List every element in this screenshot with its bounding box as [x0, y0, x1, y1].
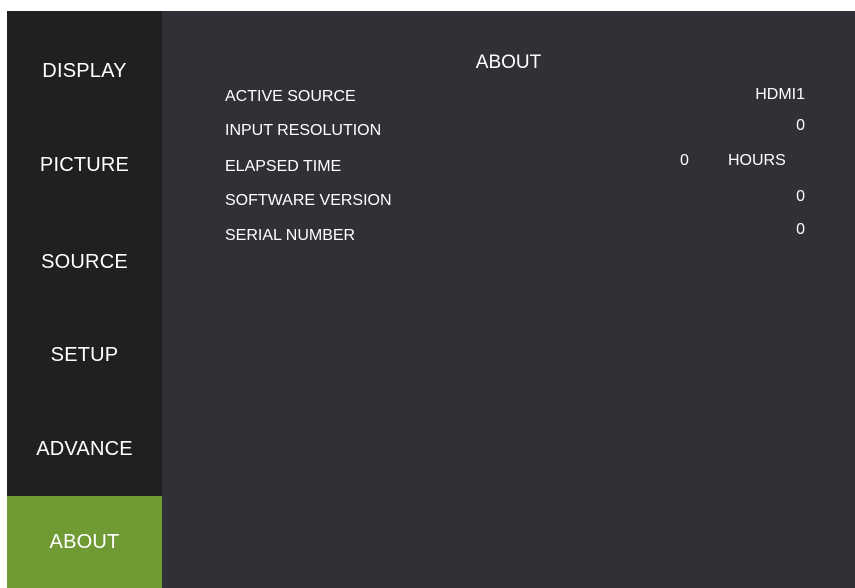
elapsed-time-value: 0 — [680, 152, 689, 169]
sidebar-item-source[interactable]: SOURCE — [7, 216, 162, 308]
sidebar-item-label: DISPLAY — [42, 59, 127, 82]
sidebar-item-display[interactable]: DISPLAY — [7, 25, 162, 117]
sidebar-item-label: ADVANCE — [36, 437, 133, 460]
osd-menu-screen: DISPLAY PICTURE SOURCE SETUP ADVANCE ABO… — [7, 11, 855, 588]
sidebar-item-label: SOURCE — [41, 250, 128, 273]
active-source-label: ACTIVE SOURCE — [225, 88, 356, 105]
sidebar-item-label: SETUP — [50, 343, 119, 366]
input-resolution-label: INPUT RESOLUTION — [225, 122, 382, 139]
elapsed-time-label: ELAPSED TIME — [225, 158, 342, 175]
software-version-label: SOFTWARE VERSION — [225, 192, 392, 209]
sidebar-item-label: PICTURE — [39, 153, 130, 176]
sidebar-item-about[interactable]: ABOUT — [7, 496, 162, 588]
sidebar-menu: DISPLAY PICTURE SOURCE SETUP ADVANCE ABO… — [7, 11, 162, 588]
sidebar-item-setup[interactable]: SETUP — [7, 309, 162, 401]
panel-title: ABOUT — [475, 52, 542, 73]
serial-number-value: 0 — [796, 221, 805, 238]
serial-number-label: SERIAL NUMBER — [225, 227, 356, 244]
input-resolution-value: 0 — [796, 117, 805, 134]
software-version-value: 0 — [796, 188, 805, 205]
elapsed-time-unit: HOURS — [728, 152, 786, 169]
active-source-value: HDMI1 — [755, 86, 805, 103]
sidebar-item-label: ABOUT — [49, 530, 120, 553]
sidebar-item-picture[interactable]: PICTURE — [7, 119, 162, 211]
sidebar-item-advance[interactable]: ADVANCE — [7, 403, 162, 495]
